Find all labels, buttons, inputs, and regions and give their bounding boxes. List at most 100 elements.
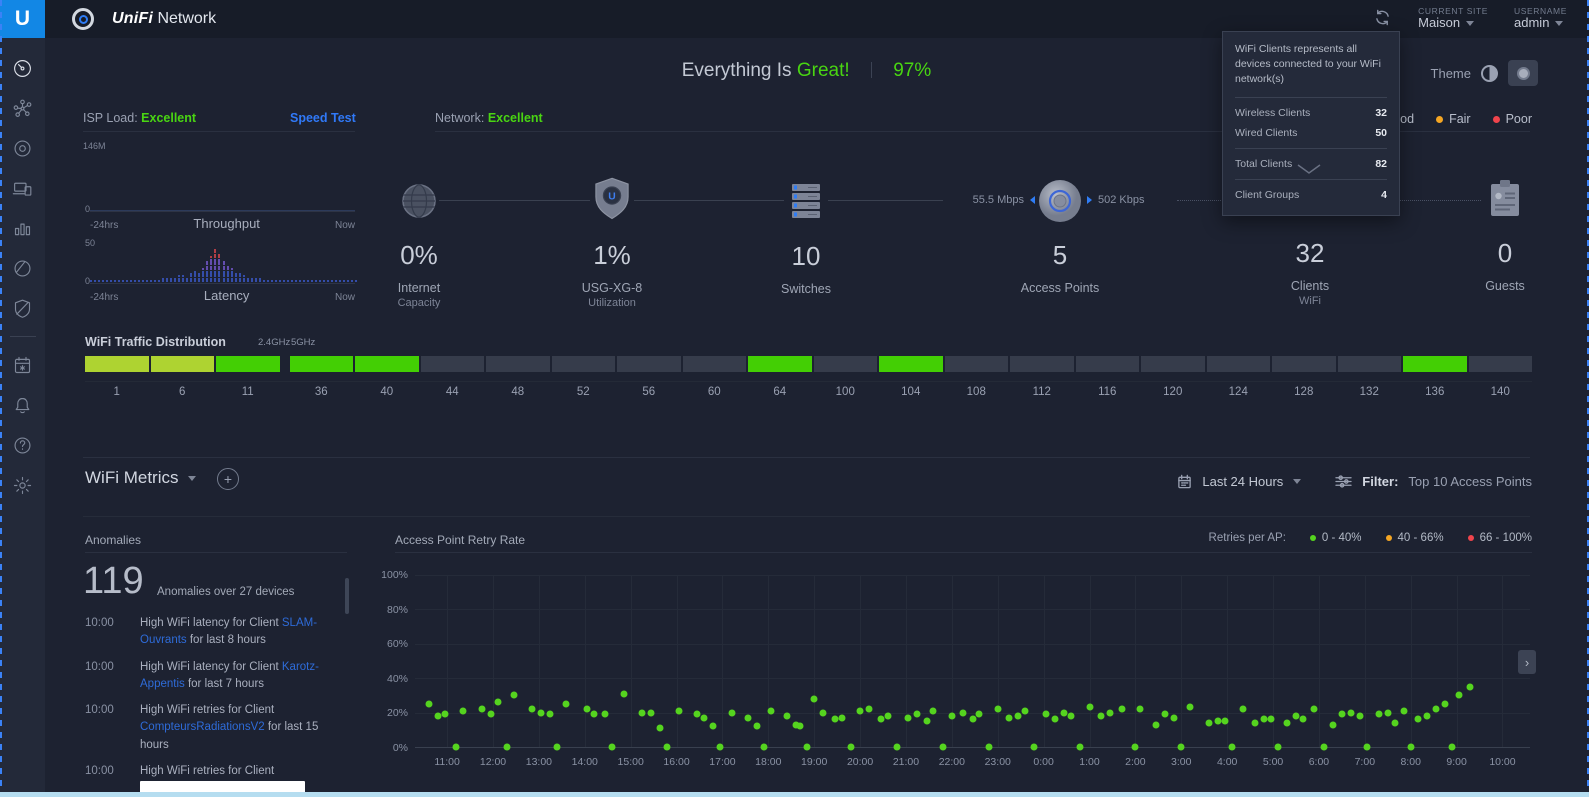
anomaly-text: High WiFi latency for Client SLAM-Ouvran…: [140, 615, 347, 650]
retry-point: [1171, 714, 1178, 721]
channel-11-segment[interactable]: 11: [216, 356, 280, 398]
gridline-vertical: [1502, 575, 1503, 747]
speed-test-link[interactable]: Speed Test: [290, 111, 356, 125]
node-internet[interactable]: 0% Internet Capacity: [359, 181, 479, 309]
channel-44-segment[interactable]: 44: [421, 356, 485, 398]
light-theme-icon[interactable]: [1481, 65, 1498, 82]
metrics-header-divider: [83, 516, 1530, 517]
sidebar-item-settings[interactable]: [0, 465, 45, 505]
retry-point: [1006, 714, 1013, 721]
retry-point: [1364, 744, 1371, 751]
channel-128-segment[interactable]: 128: [1272, 356, 1336, 398]
retry-point: [609, 744, 616, 751]
sidebar-item-help[interactable]: [0, 425, 45, 465]
retry-point: [602, 711, 609, 718]
dark-theme-button[interactable]: [1508, 60, 1538, 86]
channel-60-segment[interactable]: 60: [683, 356, 747, 398]
filter-value[interactable]: Top 10 Access Points: [1408, 474, 1532, 489]
retry-point: [1097, 713, 1104, 720]
channel-36-segment[interactable]: 36: [290, 356, 354, 398]
channel-112-segment[interactable]: 112: [1010, 356, 1074, 398]
channel-132-segment[interactable]: 132: [1338, 356, 1402, 398]
access-point-icon: [1037, 178, 1083, 224]
retry-point: [717, 744, 724, 751]
latency-dot: [206, 261, 208, 263]
filter-label[interactable]: Filter:: [1362, 474, 1398, 489]
retry-point: [1228, 744, 1235, 751]
latency-dot: [295, 280, 297, 282]
channel-56-segment[interactable]: 56: [617, 356, 681, 398]
wifi-metrics-dropdown[interactable]: WiFi Metrics: [85, 468, 196, 488]
sidebar-item-dashboard[interactable]: [0, 48, 45, 88]
latency-dot: [206, 278, 208, 280]
retry-point: [948, 713, 955, 720]
channel-124-segment[interactable]: 124: [1207, 356, 1271, 398]
gridline-vertical: [814, 575, 815, 747]
anomalies-scrollbar[interactable]: [345, 578, 349, 614]
channel-64-segment[interactable]: 64: [748, 356, 812, 398]
latency-dot: [283, 280, 285, 282]
sidebar-item-alerts[interactable]: [0, 385, 45, 425]
node-access-points[interactable]: 5 Access Points: [1000, 178, 1120, 295]
latency-dot: [311, 280, 313, 282]
anomalies-count: 119: [83, 560, 144, 603]
channel-40-segment[interactable]: 40: [355, 356, 419, 398]
gridline-vertical: [1365, 575, 1366, 747]
x-axis-tick: 9:00: [1446, 756, 1466, 768]
channel-116-segment[interactable]: 116: [1076, 356, 1140, 398]
gridline-vertical: [998, 575, 999, 747]
retry-point: [441, 711, 448, 718]
anomalies-title: Anomalies: [85, 533, 141, 547]
retry-point: [1077, 744, 1084, 751]
channel-108-segment[interactable]: 108: [945, 356, 1009, 398]
channel-136-segment[interactable]: 136: [1403, 356, 1467, 398]
retry-point: [487, 711, 494, 718]
sidebar-item-statistics[interactable]: [0, 208, 45, 248]
channel-number: 132: [1338, 386, 1402, 398]
sidebar-item-devices[interactable]: [0, 128, 45, 168]
sidebar-item-insights[interactable]: [0, 288, 45, 328]
latency-dot: [303, 280, 305, 282]
legend-dot-icon: [1310, 535, 1316, 541]
settings-icon: [12, 475, 33, 496]
refresh-icon[interactable]: [1373, 8, 1392, 30]
channel-48-segment[interactable]: 48: [486, 356, 550, 398]
latency-dot: [178, 280, 180, 282]
latency-dot: [239, 280, 241, 282]
latency-dot: [138, 280, 140, 282]
sidebar-item-clients[interactable]: [0, 168, 45, 208]
add-metric-button[interactable]: +: [217, 468, 239, 490]
channel-1-segment[interactable]: 1: [85, 356, 149, 398]
node-guests[interactable]: 0 Guests: [1445, 179, 1565, 293]
sidebar-item-map[interactable]: [0, 248, 45, 288]
channel-6-segment[interactable]: 6: [151, 356, 215, 398]
retry-legend-label: Retries per AP:: [1209, 532, 1286, 544]
time-range-dropdown[interactable]: Last 24 Hours: [1202, 474, 1283, 489]
sidebar-item-events[interactable]: [0, 345, 45, 385]
latency-dot: [231, 278, 233, 280]
retry-point: [1274, 744, 1281, 751]
sidebar-item-topology[interactable]: [0, 88, 45, 128]
anomaly-client-link[interactable]: CompteursRadiationsV2: [140, 721, 265, 733]
latency-dot: [214, 259, 216, 261]
channel-104-segment[interactable]: 104: [879, 356, 943, 398]
chart-next-button[interactable]: ›: [1518, 650, 1536, 674]
x-axis-tick: 6:00: [1309, 756, 1329, 768]
anomalies-list: 10:00High WiFi latency for Client SLAM-O…: [85, 615, 347, 797]
current-site-dropdown[interactable]: CURRENT SITE Maison: [1418, 7, 1488, 32]
channel-number: 140: [1469, 386, 1533, 398]
channel-140-segment[interactable]: 140: [1469, 356, 1533, 398]
ubiquiti-logo[interactable]: U: [0, 0, 45, 38]
channel-120-segment[interactable]: 120: [1141, 356, 1205, 398]
chevron-down-icon: [1466, 21, 1474, 26]
username-dropdown[interactable]: USERNAME admin: [1514, 7, 1567, 32]
node-gateway[interactable]: U 1% USG-XG-8 Utilization: [552, 176, 672, 309]
calendar-icon: [1177, 474, 1192, 489]
retry-point: [744, 714, 751, 721]
channel-number: 40: [355, 386, 419, 398]
node-switches[interactable]: 10 Switches: [746, 182, 866, 296]
channel-52-segment[interactable]: 52: [552, 356, 616, 398]
channel-100-segment[interactable]: 100: [814, 356, 878, 398]
gridline-horizontal: [415, 575, 1530, 576]
legend-dot-icon: [1493, 116, 1500, 123]
